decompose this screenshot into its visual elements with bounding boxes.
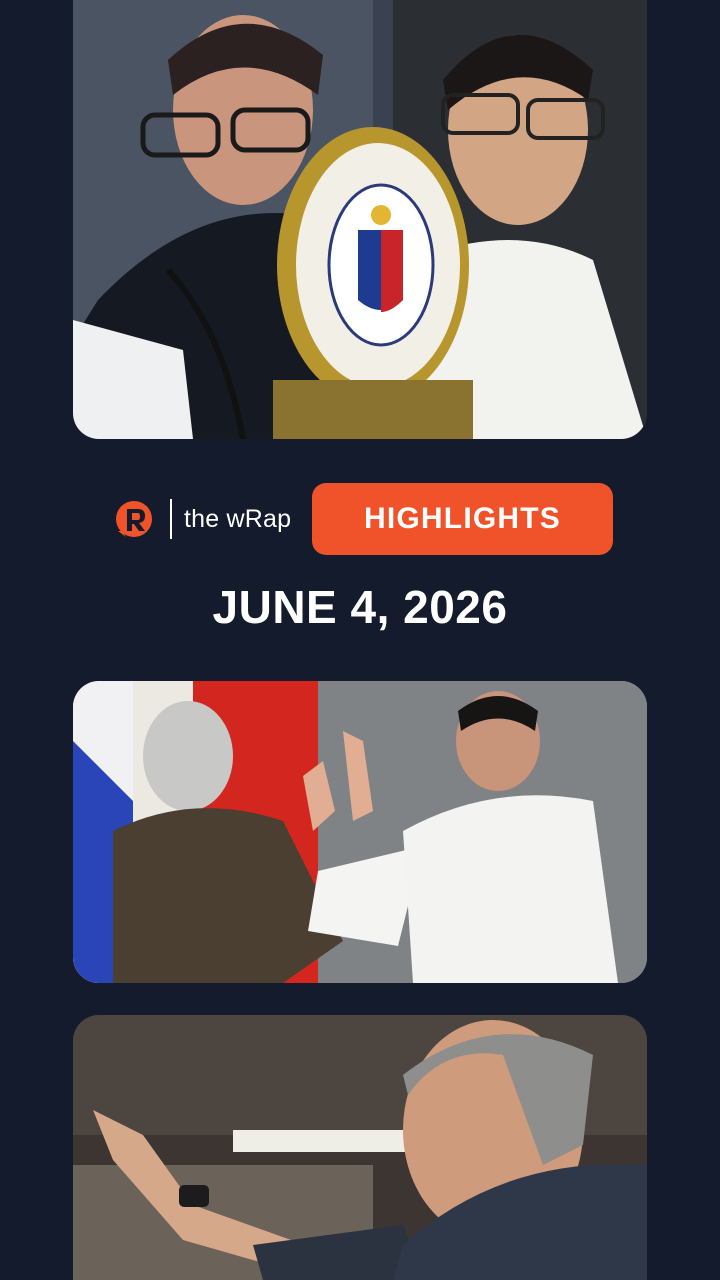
brand-divider bbox=[170, 499, 172, 539]
senate-session-photo bbox=[73, 0, 647, 439]
highlights-label: HIGHLIGHTS bbox=[364, 502, 561, 535]
rappler-r-logo-icon bbox=[116, 501, 152, 537]
page-date: JUNE 4, 2026 bbox=[212, 581, 508, 633]
speaker-photo bbox=[73, 1015, 647, 1280]
highlights-badge: HIGHLIGHTS bbox=[312, 483, 613, 555]
oath-taking-photo bbox=[73, 681, 647, 983]
brand-name: the wRap bbox=[184, 504, 292, 533]
brand-lockup: the wRap bbox=[112, 496, 291, 542]
